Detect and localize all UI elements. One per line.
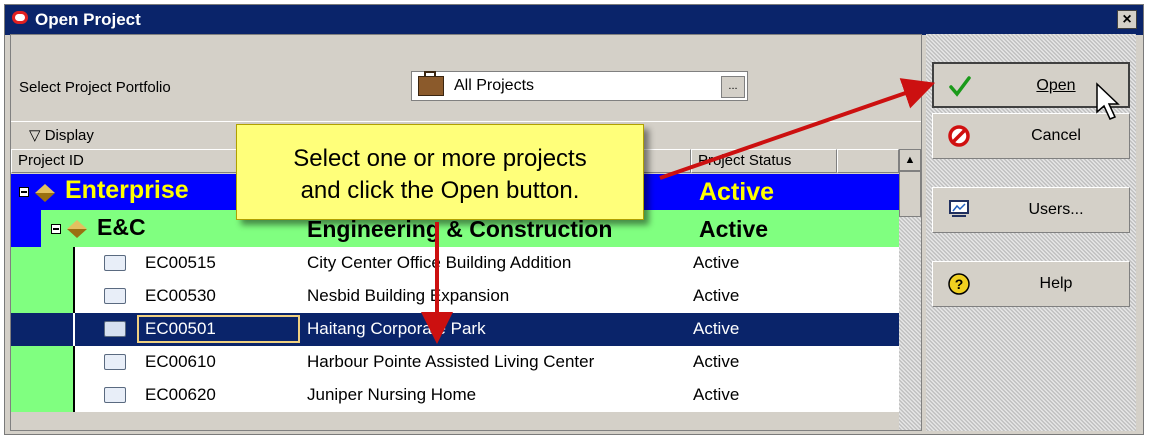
project-name: City Center Office Building Addition <box>307 253 572 272</box>
eps-node-icon <box>67 220 87 238</box>
project-row[interactable]: EC00620 Juniper Nursing Home Active <box>11 379 901 412</box>
eac-status: Active <box>699 216 769 242</box>
project-status: Active <box>693 319 740 338</box>
cancel-button[interactable]: Cancel <box>932 113 1130 159</box>
project-status: Active <box>693 352 740 371</box>
folder-icon <box>104 288 126 304</box>
project-row-selected[interactable]: EC00501 Haitang Corporate Park Active <box>11 313 901 346</box>
callout-line-2: and click the Open button. <box>300 177 580 204</box>
enterprise-name: Enterprise <box>65 176 189 204</box>
column-header-filler <box>837 149 899 173</box>
cancel-button-label: Cancel <box>1031 127 1081 144</box>
scroll-thumb[interactable] <box>899 171 921 217</box>
help-button[interactable]: ? Help <box>932 261 1130 307</box>
title-bar: Open Project × <box>5 5 1143 35</box>
tree-indent <box>11 313 73 346</box>
tree-line <box>73 313 75 346</box>
project-id: EC00530 <box>145 286 216 305</box>
portfolio-label: Select Project Portfolio <box>19 79 171 96</box>
tree-indent <box>11 379 73 412</box>
project-id: EC00610 <box>145 352 216 371</box>
scroll-up-arrow-icon[interactable]: ▲ <box>899 149 921 171</box>
users-button[interactable]: Users... <box>932 187 1130 233</box>
open-button[interactable]: Open <box>932 62 1130 108</box>
project-status: Active <box>693 385 740 404</box>
action-button-panel: Open Cancel Users... ? Help <box>926 34 1136 431</box>
project-row[interactable]: EC00515 City Center Office Building Addi… <box>11 247 901 280</box>
tree-indent <box>11 247 73 280</box>
eac-name: Engineering & Construction <box>307 216 613 242</box>
collapse-icon[interactable] <box>19 187 29 197</box>
vertical-scrollbar[interactable]: ▲ <box>899 149 921 430</box>
oracle-logo-icon <box>12 11 28 24</box>
open-button-label: Open <box>1036 77 1076 94</box>
tree-line <box>73 346 75 379</box>
close-button[interactable]: × <box>1117 10 1137 29</box>
help-icon: ? <box>948 273 970 295</box>
folder-icon <box>104 255 126 271</box>
tree-line <box>73 379 75 412</box>
portfolio-select-field[interactable]: All Projects ... <box>411 71 748 101</box>
users-button-label: Users... <box>1028 201 1084 218</box>
folder-icon <box>104 321 126 337</box>
briefcase-icon <box>418 71 444 96</box>
tree-line <box>73 247 75 280</box>
enterprise-status: Active <box>699 178 775 206</box>
tree-indent <box>11 280 73 313</box>
users-icon <box>949 200 969 217</box>
project-status: Active <box>693 253 740 272</box>
svg-text:?: ? <box>955 276 964 292</box>
project-row[interactable]: EC00530 Nesbid Building Expansion Active <box>11 280 901 313</box>
portfolio-value: All Projects <box>454 77 535 94</box>
eps-node-icon <box>35 184 55 202</box>
project-row[interactable]: EC00610 Harbour Pointe Assisted Living C… <box>11 346 901 379</box>
instruction-callout: Select one or more projects and click th… <box>236 124 644 220</box>
tree-indent <box>11 346 73 379</box>
project-name: Harbour Pointe Assisted Living Center <box>307 352 595 371</box>
project-name: Haitang Corporate Park <box>307 319 486 338</box>
collapse-icon[interactable] <box>51 224 61 234</box>
checkmark-icon <box>949 76 971 97</box>
column-header-project-status[interactable]: Project Status <box>691 149 837 173</box>
dialog-title: Open Project <box>35 10 141 29</box>
project-list-panel: Select Project Portfolio All Projects ..… <box>10 34 922 431</box>
tree-line <box>73 280 75 313</box>
folder-icon <box>104 354 126 370</box>
project-name: Juniper Nursing Home <box>307 385 477 404</box>
display-menu[interactable]: ▽ Display <box>29 126 94 144</box>
project-id: EC00620 <box>145 385 216 404</box>
project-name: Nesbid Building Expansion <box>307 286 510 305</box>
project-status: Active <box>693 286 740 305</box>
project-id: EC00515 <box>145 253 216 272</box>
tree-indent <box>11 210 41 247</box>
eac-id: E&C <box>97 214 146 240</box>
folder-icon <box>104 387 126 403</box>
portfolio-browse-button[interactable]: ... <box>721 76 745 98</box>
project-id: EC00501 <box>145 319 216 338</box>
help-button-label: Help <box>1039 275 1073 292</box>
callout-line-1: Select one or more projects <box>293 145 587 172</box>
cancel-icon <box>948 125 970 147</box>
column-header-project-id[interactable]: Project ID <box>11 149 241 173</box>
